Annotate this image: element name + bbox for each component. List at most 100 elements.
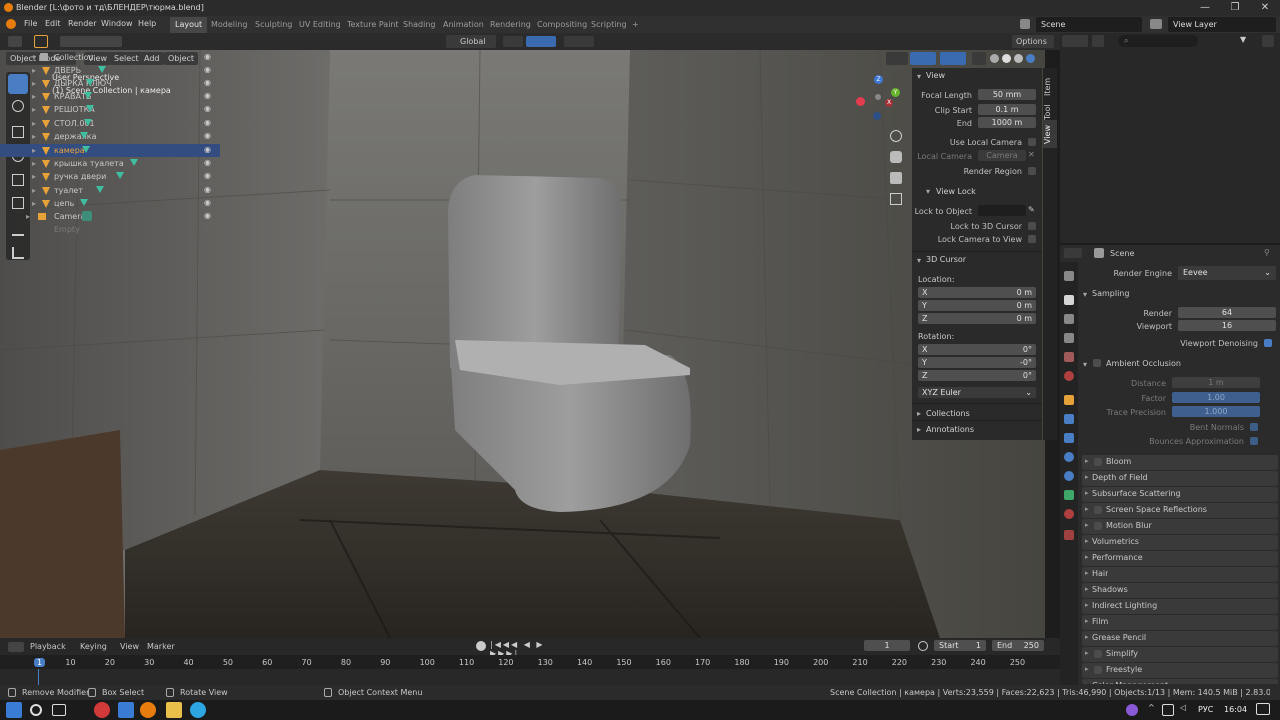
tray-chevron-icon[interactable]: ^	[1148, 703, 1155, 712]
pan-hand-icon[interactable]	[890, 151, 902, 163]
viewport-denoising-checkbox[interactable]	[1264, 339, 1272, 347]
gizmo-x-axis[interactable]	[856, 97, 865, 106]
bounces-checkbox[interactable]	[1250, 437, 1258, 445]
zoom-icon[interactable]	[890, 130, 902, 142]
section-enable-checkbox[interactable]	[1094, 458, 1102, 466]
expand-icon[interactable]: ▸	[1085, 521, 1089, 529]
tab-animation[interactable]: Animation	[438, 17, 489, 33]
proportional-edit-icon[interactable]	[564, 36, 594, 47]
expand-icon[interactable]: ▸	[1085, 665, 1089, 673]
eye-icon[interactable]: ◉	[204, 65, 211, 74]
eye-icon[interactable]: ◉	[204, 145, 211, 154]
lock-3d-cursor-checkbox[interactable]	[1028, 222, 1036, 230]
keyboard-language[interactable]: РУС	[1198, 705, 1213, 714]
ao-header[interactable]: Ambient Occlusion	[1106, 359, 1181, 368]
add-workspace-button[interactable]: +	[627, 17, 644, 33]
outliner-row-collection[interactable]: ▾ Collection ◉	[0, 51, 220, 64]
outliner-row-item[interactable]: ▸ ДЫРКА КЛЮЧ ◉	[0, 77, 220, 90]
expand-icon[interactable]: ▸	[1085, 585, 1089, 593]
eye-icon[interactable]: ◉	[204, 91, 211, 100]
options-dropdown[interactable]: Options	[1012, 35, 1054, 48]
eye-icon[interactable]: ◉	[204, 78, 211, 87]
expand-icon[interactable]: ▸	[32, 186, 36, 195]
section-enable-checkbox[interactable]	[1094, 650, 1102, 658]
collapse-cursor-icon[interactable]: ▾	[917, 256, 921, 265]
expand-icon[interactable]: ▸	[1085, 617, 1089, 625]
mesh-data-icon[interactable]	[80, 132, 88, 139]
output-tab-icon[interactable]	[1064, 314, 1074, 324]
yandex-browser-icon[interactable]	[94, 702, 110, 718]
outliner-row-item[interactable]: ▸ крышка туалета ◉	[0, 157, 220, 170]
eye-icon[interactable]: ◉	[204, 158, 211, 167]
pivot-point-icon[interactable]	[503, 36, 523, 47]
outliner-row-empty[interactable]: Empty ◎	[0, 223, 220, 236]
properties-section[interactable]: ▸ Volumetrics	[1082, 535, 1278, 550]
properties-section[interactable]: ▸ Shadows	[1082, 583, 1278, 598]
menu-help[interactable]: Help	[138, 19, 156, 28]
outliner-row-camera[interactable]: ▸ Camera ◉	[0, 210, 220, 223]
menu-edit[interactable]: Edit	[45, 19, 61, 28]
overlays-toggle-icon[interactable]	[940, 52, 966, 65]
snap-icon[interactable]	[526, 36, 556, 47]
expand-icon[interactable]: ▸	[32, 199, 36, 208]
annotations-header[interactable]: Annotations	[926, 425, 974, 434]
outliner-editor-type[interactable]	[1062, 35, 1088, 47]
expand-icon[interactable]: ▸	[32, 146, 36, 155]
playback-menu[interactable]: Playback	[30, 642, 66, 651]
render-tab-icon[interactable]	[1064, 295, 1074, 305]
task-view-icon[interactable]	[52, 704, 66, 716]
section-enable-checkbox[interactable]	[1094, 506, 1102, 514]
ao-trace-slider[interactable]: 1.000	[1172, 406, 1260, 417]
shading-wireframe-icon[interactable]	[990, 54, 999, 63]
outliner-row-item[interactable]: ▸ ручка двери ◉	[0, 170, 220, 183]
object-tab-icon[interactable]	[1064, 395, 1074, 405]
windows-start-icon[interactable]	[6, 702, 22, 718]
visibility-icon[interactable]	[886, 52, 908, 65]
tab-uv-editing[interactable]: UV Editing	[294, 17, 346, 33]
properties-section[interactable]: ▸ Bloom	[1082, 455, 1278, 470]
start-frame-field[interactable]: Start 1	[934, 640, 986, 651]
tab-compositing[interactable]: Compositing	[532, 17, 592, 33]
view-layer-selector[interactable]: View Layer	[1168, 17, 1276, 32]
ortho-grid-icon[interactable]	[890, 193, 902, 205]
sampling-header[interactable]: Sampling	[1092, 289, 1129, 298]
expand-icon[interactable]: ▸	[32, 119, 36, 128]
shading-material-icon[interactable]	[1014, 54, 1023, 63]
tab-texture-paint[interactable]: Texture Paint	[342, 17, 404, 33]
clip-start-field[interactable]: 0.1 m	[978, 104, 1036, 115]
file-explorer-icon[interactable]	[166, 702, 182, 718]
properties-section[interactable]: ▸ Subsurface Scattering	[1082, 487, 1278, 502]
gizmo-y-axis[interactable]: Y	[891, 88, 900, 97]
expand-icon[interactable]: ▸	[1085, 505, 1089, 513]
properties-section[interactable]: ▸Color Management	[1082, 679, 1278, 684]
gizmo-z-axis[interactable]: Z	[874, 75, 883, 84]
collapse-view-icon[interactable]: ▾	[917, 72, 921, 81]
clock-time[interactable]: 16:04	[1224, 705, 1247, 714]
expand-icon[interactable]: ▸	[32, 159, 36, 168]
new-collection-icon[interactable]	[1262, 35, 1274, 47]
local-camera-field[interactable]: Camera	[978, 150, 1026, 161]
mesh-data-icon[interactable]	[98, 66, 106, 73]
clip-end-field[interactable]: 1000 m	[978, 117, 1036, 128]
display-mode-icon[interactable]	[1092, 35, 1104, 47]
camera-data-icon[interactable]	[82, 211, 92, 221]
expand-icon[interactable]: ▸	[1085, 473, 1089, 481]
ao-factor-slider[interactable]: 1.00	[1172, 392, 1260, 403]
mesh-data-icon[interactable]	[84, 92, 92, 99]
eye-icon[interactable]: ◉	[204, 104, 211, 113]
expand-icon[interactable]: ▸	[1085, 601, 1089, 609]
mesh-data-icon[interactable]	[84, 119, 92, 126]
focal-length-field[interactable]: 50 mm	[978, 89, 1036, 100]
expand-icon[interactable]: ▸	[32, 66, 36, 75]
keying-menu[interactable]: Keying	[80, 642, 107, 651]
expand-icon[interactable]: ▸	[1085, 553, 1089, 561]
network-icon[interactable]	[1162, 704, 1174, 716]
cursor-loc-y-field[interactable]: Y 0 m	[918, 300, 1036, 311]
ao-distance-field[interactable]: 1 m	[1172, 377, 1260, 388]
outliner-row-item[interactable]: ▸ КРАВАТЬ ◉	[0, 90, 220, 103]
properties-section[interactable]: ▸ Screen Space Reflections	[1082, 503, 1278, 518]
world-tab-icon[interactable]	[1064, 371, 1074, 381]
volume-icon[interactable]: ◁	[1180, 703, 1186, 712]
telegram-icon[interactable]	[190, 702, 206, 718]
tab-layout[interactable]: Layout	[170, 17, 208, 33]
